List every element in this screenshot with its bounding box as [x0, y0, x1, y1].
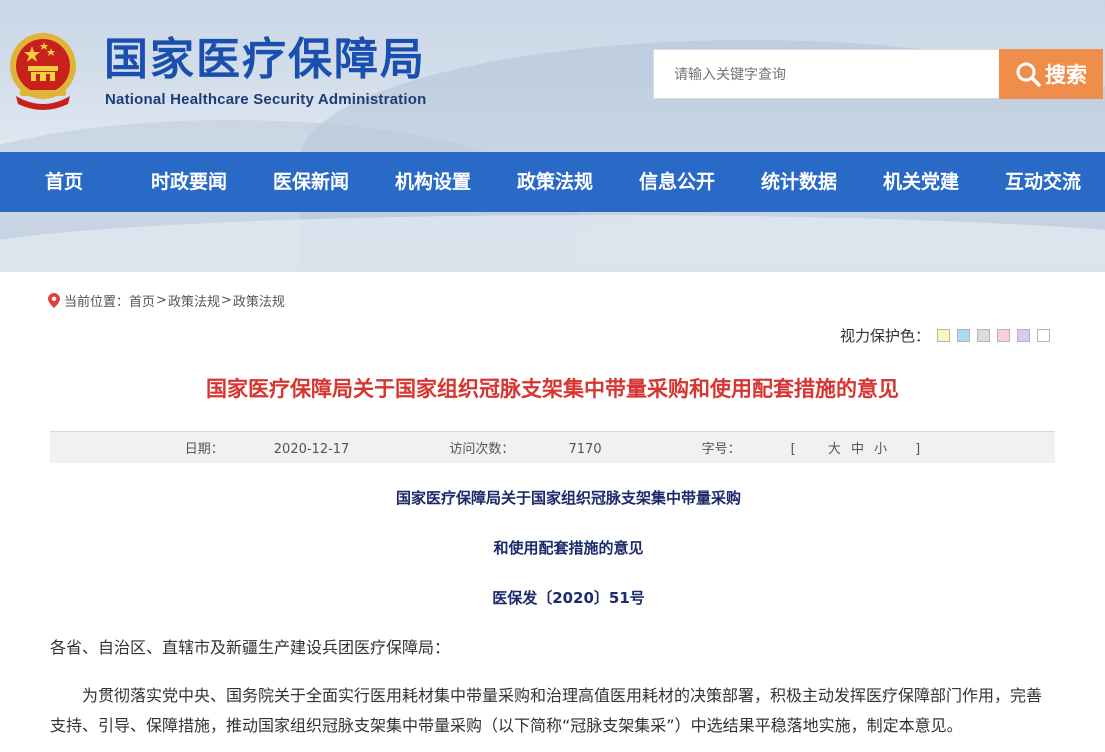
nav-item-statistics[interactable]: 统计数据	[738, 152, 860, 212]
nav-item-healthcare-news[interactable]: 医保新闻	[250, 152, 372, 212]
nav-item-information[interactable]: 信息公开	[616, 152, 738, 212]
swatch-pink[interactable]	[997, 329, 1011, 342]
breadcrumb-separator: >	[156, 293, 167, 308]
vision-label: 视力保护色：	[840, 327, 931, 345]
main-content: 当前位置： 首页 > 政策法规 > 政策法规 视力保护色： 国家医疗保障局关于国…	[6, 272, 1099, 752]
breadcrumb-home-link[interactable]: 首页	[129, 291, 155, 310]
date-value: 2020-12-17	[273, 442, 350, 457]
swatch-blue[interactable]	[957, 329, 971, 342]
body-paragraph-line-2: 支持、引导、保障措施，推动国家组织冠脉支架集中带量采购（以下简称“冠脉支架集采”…	[50, 716, 963, 735]
font-size-label: 字号：	[701, 442, 741, 457]
bracket-close: ]	[915, 442, 921, 457]
breadcrumb-separator: >	[220, 293, 232, 308]
doc-title-line-1: 国家医疗保障局关于国家组织冠脉支架集中带量采购	[395, 489, 741, 507]
swatch-yellow[interactable]	[937, 329, 951, 342]
nav-item-organization[interactable]: 机构设置	[372, 152, 494, 212]
nav-item-party-building[interactable]: 机关党建	[860, 152, 982, 212]
swatch-purple[interactable]	[1017, 329, 1031, 342]
date-label: 日期：	[184, 442, 224, 457]
nav-item-interaction[interactable]: 互动交流	[982, 152, 1104, 212]
font-size-large[interactable]: 大	[828, 442, 841, 457]
location-pin-icon	[48, 293, 60, 308]
nav-item-policies[interactable]: 政策法规	[494, 152, 616, 212]
breadcrumb-prefix: 当前位置：	[64, 295, 130, 310]
doc-title-line-2: 和使用配套措施的意见	[493, 539, 644, 557]
search-button-label: 搜索	[1045, 64, 1087, 87]
font-size-control: 字号： [ 大 中 小]	[677, 438, 946, 457]
swatch-white[interactable]	[1037, 329, 1051, 342]
salutation: 各省、自治区、直辖市及新疆生产建设兵团医疗保障局：	[50, 638, 451, 657]
doc-number: 医保发〔2020〕51号	[492, 589, 645, 607]
vision-protection-color-picker: 视力保护色：	[840, 325, 1051, 346]
main-nav: 首页 时政要闻 医保新闻 机构设置 政策法规 信息公开 统计数据 机关党建 互动…	[0, 152, 1105, 212]
meta-date: 日期： 2020-12-17	[160, 438, 375, 457]
font-size-small[interactable]: 小	[874, 442, 887, 457]
breadcrumb: 当前位置： 首页 > 政策法规 > 政策法规	[48, 291, 285, 310]
site-subtitle: National Healthcare Security Administrat…	[105, 91, 427, 108]
visits-value: 7170	[568, 442, 602, 457]
search-button[interactable]: 搜索	[999, 49, 1103, 99]
breadcrumb-policies-sub-link[interactable]: 政策法规	[233, 291, 285, 310]
article-title: 国家医疗保障局关于国家组织冠脉支架集中带量采购和使用配套措施的意见	[206, 377, 899, 401]
site-title: 国家医疗保障局	[104, 34, 426, 85]
breadcrumb-policies-link[interactable]: 政策法规	[168, 291, 220, 310]
meta-visits: 访问次数： 7170	[424, 438, 626, 457]
nav-item-home[interactable]: 首页	[0, 152, 128, 212]
font-size-medium[interactable]: 中	[851, 442, 864, 457]
search-input[interactable]	[653, 49, 1000, 99]
bracket-open: [	[790, 442, 796, 457]
visits-label: 访问次数：	[449, 442, 515, 457]
article-meta-bar: 日期： 2020-12-17 访问次数： 7170 字号： [ 大 中 小]	[50, 431, 1055, 463]
body-paragraph-line-1: 为贯彻落实党中央、国务院关于全面实行医用耗材集中带量采购和治理高值医用耗材的决策…	[82, 686, 1043, 705]
nav-item-current-affairs[interactable]: 时政要闻	[128, 152, 250, 212]
national-emblem-icon	[10, 33, 76, 110]
search-icon	[1016, 62, 1041, 87]
swatch-gray[interactable]	[977, 329, 991, 342]
